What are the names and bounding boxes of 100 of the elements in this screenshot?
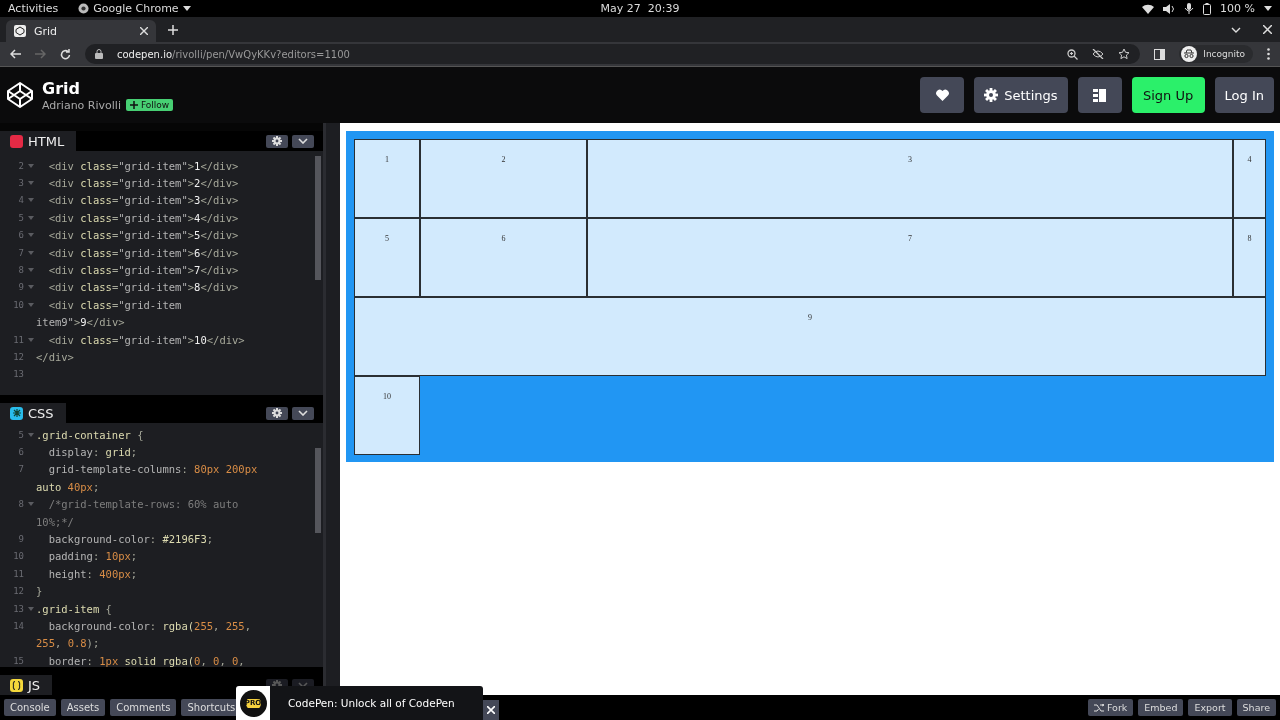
battery-icon[interactable] [1203,2,1212,15]
date-time[interactable]: May 27 20:39 [600,2,680,15]
lock-icon [95,49,103,59]
line-number: 11 [12,568,24,579]
editor-settings-button[interactable] [266,406,288,420]
footer-button[interactable]: Export [1188,699,1232,716]
footer-button[interactable]: Console [4,699,56,716]
line-number: 12 [12,352,24,362]
fork-icon [1093,703,1104,712]
fold-icon[interactable] [28,285,34,290]
line-number: 3 [17,178,24,189]
collapse-button[interactable] [292,134,314,148]
sign-up-button[interactable]: Sign Up [1131,77,1205,113]
settings-icon [984,88,999,102]
editor-tab[interactable]: CSS [0,403,66,423]
footer-button[interactable]: Comments [110,699,177,716]
settings-button[interactable]: Settings [974,77,1068,113]
incognito-icon [1181,46,1198,62]
activities-button[interactable]: Activities [8,2,59,15]
reload-icon[interactable] [60,48,71,60]
browser-tab[interactable]: Grid [6,20,156,42]
fold-icon[interactable] [28,181,34,186]
fold-icon[interactable] [28,337,34,342]
grid-item: 7 [587,218,1233,297]
codepen-icon [14,25,26,37]
eye-off-icon[interactable] [1092,49,1105,59]
footer-button[interactable]: Share [1236,699,1276,716]
zoom-icon[interactable] [1067,48,1079,60]
grid-item: 3 [587,139,1233,218]
back-icon[interactable] [10,49,21,59]
code-line: 10%;*/ [36,515,74,528]
fold-icon[interactable] [28,268,34,273]
fold-icon[interactable] [28,215,34,220]
follow-button[interactable]: Follow [125,99,174,111]
codepen-logo-icon[interactable] [6,81,34,109]
profile-button[interactable]: Incognito [1179,45,1253,63]
fold-icon[interactable] [28,250,34,255]
line-number: 7 [17,247,24,258]
line-number: 9 [17,534,24,545]
code-line: height: 400px; [47,567,138,580]
code-line: grid-template-columns: 80px 200px [47,463,258,476]
side-panel-icon[interactable] [1154,48,1166,60]
fold-icon[interactable] [28,163,34,168]
scrollbar-thumb[interactable] [315,156,321,280]
like-button[interactable] [920,77,965,113]
battery-level[interactable]: 100 % [1220,2,1255,15]
chrome-icon [78,3,90,14]
code-line: <div class="grid-item">3</div> [47,194,239,207]
star-icon[interactable] [1118,48,1131,60]
close-icon[interactable] [1263,25,1272,34]
new-tab-icon[interactable] [168,24,178,35]
fold-icon[interactable] [28,502,34,507]
layout-icon [1093,88,1107,102]
line-number: 14 [12,621,24,631]
grid-item: 1 [354,139,420,218]
js-icon [10,678,23,692]
caret-icon[interactable] [1264,6,1272,11]
address-field[interactable]: codepen.io/rivolli/pen/VwQyKKv?editors=1100 [85,44,1141,64]
tab-title: Grid [34,24,59,38]
fold-icon[interactable] [28,432,34,437]
wifi-icon[interactable] [1142,3,1155,14]
line-number: 6 [17,447,24,458]
kebab-menu-icon[interactable] [1267,48,1270,60]
editor-tab[interactable]: HTML [0,131,77,151]
code-line: auto 40px; [36,480,100,493]
line-number: 8 [17,499,24,510]
code-line: <div class="grid-item">8</div> [47,281,239,294]
fold-icon[interactable] [28,302,34,307]
fold-icon[interactable] [28,198,34,203]
close-icon [487,706,495,714]
code-line: /*grid-template-rows: 60% auto [47,498,239,511]
editor-settings-button[interactable] [266,134,288,148]
fold-icon[interactable] [28,606,34,611]
scrollbar-thumb[interactable] [315,448,321,533]
code-line: <div class="grid-item">1</div> [47,159,239,172]
chevron-down-icon[interactable] [1231,26,1241,33]
login-button[interactable]: Log In [1214,77,1274,113]
app-menu[interactable]: Google Chrome [78,2,191,15]
line-number: 13 [12,603,24,614]
footer-button[interactable]: Assets [60,699,106,716]
footer-button[interactable]: Embed [1138,699,1184,716]
grid-item: 8 [1233,218,1266,297]
footer-button[interactable]: Fork [1087,699,1134,716]
close-icon[interactable] [140,27,148,35]
author-name[interactable]: Adriano Rivolli [42,98,121,112]
line-number: 8 [17,265,24,276]
chevron-down-icon [298,138,308,144]
code-line: padding: 10px; [47,550,138,563]
microphone-icon[interactable] [1184,3,1195,14]
collapse-button[interactable] [292,406,314,420]
editor-tab[interactable]: JS [0,675,53,695]
pen-title[interactable]: Grid [42,78,174,98]
settings-icon [272,136,282,146]
close-button[interactable] [483,700,499,720]
volume-icon[interactable] [1163,3,1176,14]
fold-icon[interactable] [28,233,34,238]
line-number: 2 [17,160,24,171]
layout-button[interactable] [1077,77,1122,113]
line-number: 6 [17,230,24,241]
chevron-down-icon [298,682,308,688]
